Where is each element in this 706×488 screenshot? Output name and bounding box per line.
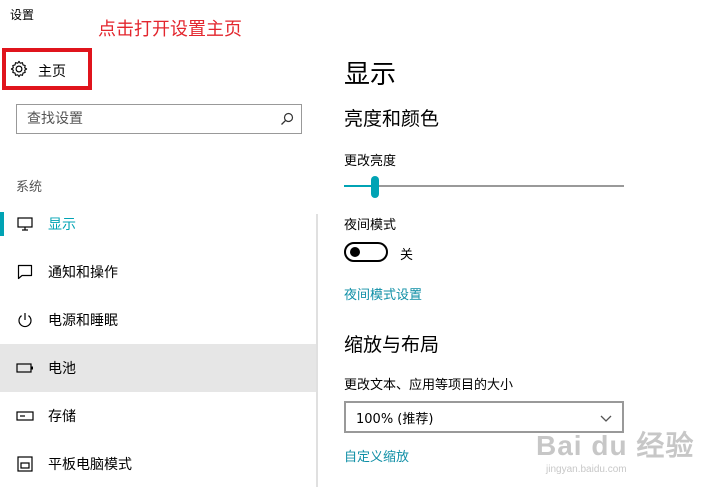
toggle-knob <box>350 247 360 257</box>
sidebar-item-storage[interactable]: 存储 <box>0 392 318 440</box>
search-input[interactable] <box>17 106 273 132</box>
brightness-color-heading: 亮度和颜色 <box>344 108 440 130</box>
search-box[interactable] <box>16 104 302 134</box>
annotation-text: 点击打开设置主页 <box>98 19 242 40</box>
page-title: 显示 <box>344 60 397 90</box>
sidebar-item-label: 通知和操作 <box>48 265 118 281</box>
night-mode-settings-link[interactable]: 夜间模式设置 <box>344 284 422 303</box>
sidebar-item-label: 存储 <box>48 409 76 425</box>
scale-selected-value: 100% (推荐) <box>356 411 434 427</box>
scale-layout-heading: 缩放与布局 <box>344 334 440 356</box>
sidebar-item-label: 电池 <box>48 361 76 377</box>
power-icon <box>14 309 36 331</box>
slider-track <box>344 185 624 187</box>
sidebar-item-label: 显示 <box>48 217 76 233</box>
sidebar-item-tablet-mode[interactable]: 平板电脑模式 <box>0 440 318 488</box>
sidebar-item-label: 电源和睡眠 <box>48 313 118 329</box>
window-title: 设置 <box>10 8 35 22</box>
night-mode-label: 夜间模式 <box>344 218 397 233</box>
search-icon[interactable] <box>273 105 301 133</box>
storage-icon <box>14 405 36 427</box>
scale-label: 更改文本、应用等项目的大小 <box>344 378 514 393</box>
brightness-slider[interactable] <box>344 176 624 198</box>
monitor-icon <box>14 213 36 235</box>
baidu-watermark: Bai du 经验 jingyan.baidu.com <box>532 420 702 482</box>
sidebar-item-battery[interactable]: 电池 <box>0 344 318 392</box>
watermark-subtext: jingyan.baidu.com <box>546 464 627 475</box>
battery-icon <box>14 357 36 379</box>
tablet-mode-icon <box>14 453 36 475</box>
sidebar-item-power-sleep[interactable]: 电源和睡眠 <box>0 296 318 344</box>
notification-icon <box>14 261 36 283</box>
pane-divider <box>316 214 318 487</box>
section-label-system: 系统 <box>16 180 43 195</box>
sidebar-item-label: 平板电脑模式 <box>48 457 132 473</box>
sidebar-item-notifications[interactable]: 通知和操作 <box>0 248 318 296</box>
night-mode-toggle[interactable] <box>344 242 388 262</box>
sidebar-item-display[interactable]: 显示 <box>0 200 318 248</box>
annotation-highlight-box <box>2 48 92 90</box>
brightness-label: 更改亮度 <box>344 154 397 169</box>
watermark-text: Bai du 经验 <box>536 430 695 461</box>
custom-scaling-link[interactable]: 自定义缩放 <box>344 446 409 465</box>
night-mode-state: 关 <box>400 248 414 263</box>
slider-thumb[interactable] <box>370 176 379 198</box>
